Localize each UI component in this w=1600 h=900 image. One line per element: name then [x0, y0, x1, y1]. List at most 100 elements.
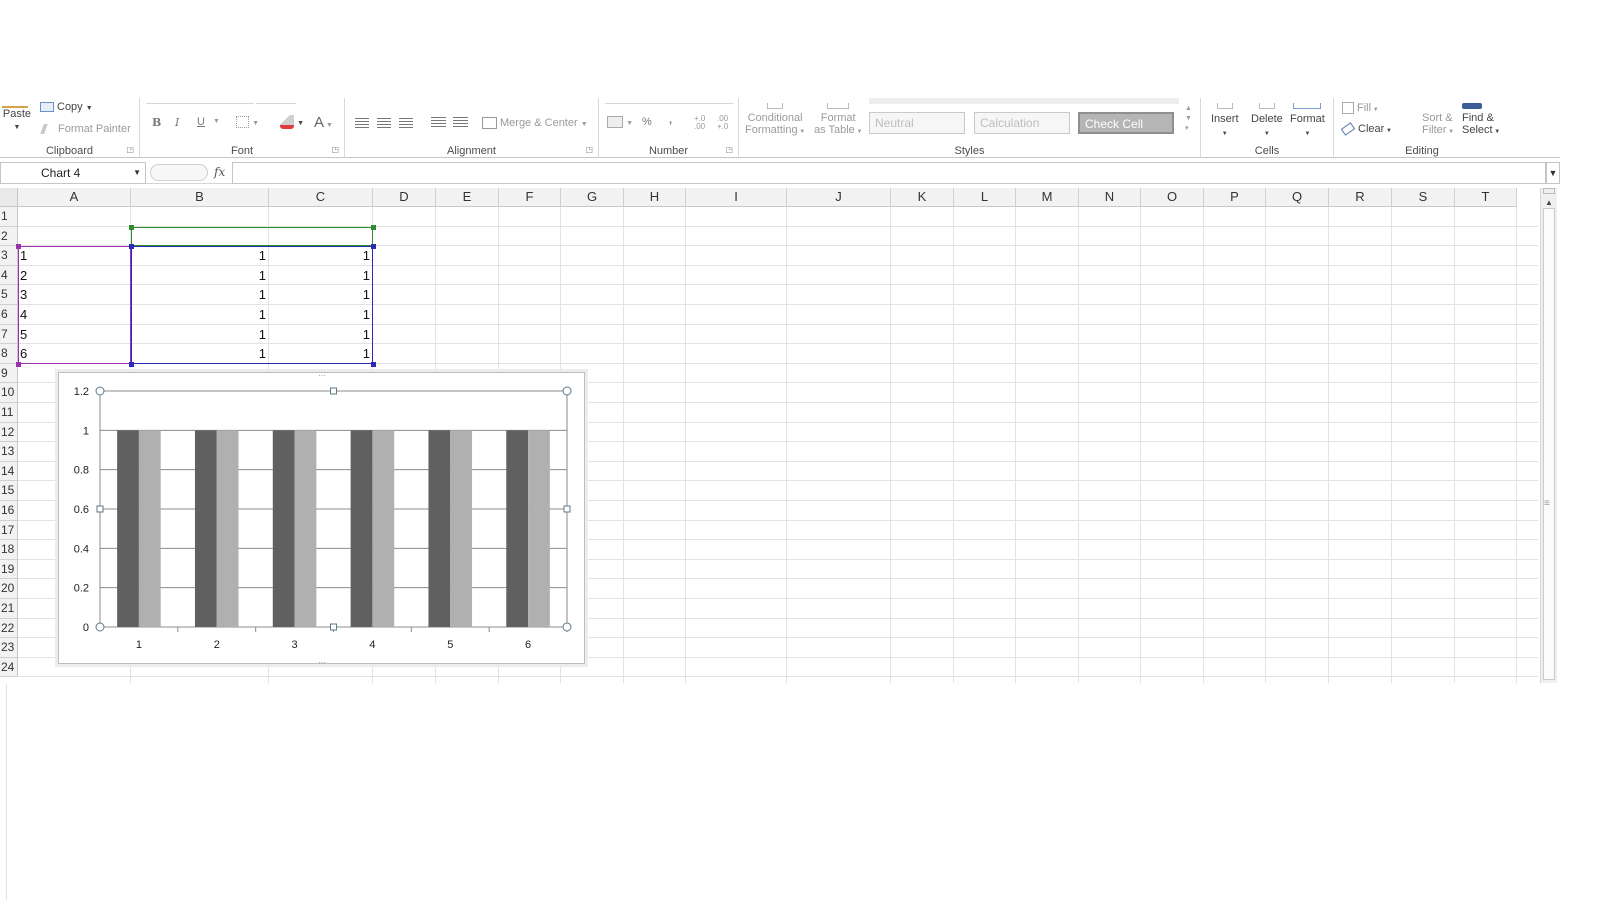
row-header[interactable]: 10: [0, 383, 18, 403]
increase-decimal-button[interactable]: +.0 .00: [694, 115, 708, 131]
bar[interactable]: [138, 430, 161, 627]
row-header[interactable]: 24: [0, 657, 18, 678]
resize-handle-side[interactable]: [563, 505, 571, 513]
bar[interactable]: [294, 430, 317, 627]
column-header[interactable]: G: [561, 188, 624, 207]
grid-cell[interactable]: 1: [269, 325, 373, 344]
bar[interactable]: [372, 430, 395, 627]
grid-cell[interactable]: 3: [18, 285, 131, 304]
column-header[interactable]: B: [131, 188, 269, 207]
grid-cell[interactable]: 1: [269, 305, 373, 324]
find-select-button[interactable]: Find & Select ▼: [1462, 100, 1500, 138]
styles-gallery-scroll[interactable]: ▲ ▼ ▾: [1185, 104, 1192, 134]
row-header[interactable]: 5: [0, 285, 18, 305]
style-check-cell[interactable]: Check Cell: [1078, 112, 1174, 134]
scroll-up-icon[interactable]: ▲: [1545, 198, 1553, 207]
range-handle[interactable]: [129, 244, 134, 250]
underline-dropdown[interactable]: ▼: [213, 118, 220, 125]
row-header[interactable]: 14: [0, 461, 18, 482]
column-header[interactable]: H: [624, 188, 686, 207]
grid-cell[interactable]: 1: [131, 344, 269, 363]
bar[interactable]: [117, 430, 139, 627]
range-handle[interactable]: [129, 224, 134, 230]
style-neutral[interactable]: Neutral: [869, 112, 965, 134]
bar[interactable]: [506, 430, 529, 627]
column-header[interactable]: F: [499, 188, 561, 207]
range-handle[interactable]: [129, 361, 134, 367]
format-as-table-button[interactable]: Format as Table ▼: [814, 100, 862, 138]
bar[interactable]: [450, 430, 473, 627]
grid-cell[interactable]: 1: [131, 246, 269, 265]
sort-filter-button[interactable]: Sort & Filter ▼: [1422, 100, 1454, 138]
bar[interactable]: [216, 430, 239, 627]
dialog-launcher-icon[interactable]: ◳: [585, 145, 593, 154]
chart-svg[interactable]: 0 0.2 0.4 0.6 0.8 1 1.2 1 2 3 4 5 6 ⋯ ⋯: [59, 373, 586, 665]
increase-indent-button[interactable]: [453, 117, 468, 130]
row-header[interactable]: 22: [0, 618, 18, 639]
bar[interactable]: [528, 430, 550, 627]
bar[interactable]: [428, 430, 451, 627]
column-header[interactable]: S: [1392, 188, 1455, 207]
fill-color-button[interactable]: ▼: [280, 115, 304, 129]
column-header[interactable]: O: [1141, 188, 1204, 207]
grid-cell[interactable]: 1: [269, 344, 373, 363]
font-size-combo[interactable]: [256, 98, 296, 104]
font-color-button[interactable]: A ▼: [314, 114, 333, 131]
bold-button[interactable]: B: [152, 116, 161, 129]
underline-button[interactable]: U: [197, 116, 205, 128]
bar[interactable]: [350, 430, 373, 627]
column-header[interactable]: P: [1204, 188, 1266, 207]
row-header[interactable]: 18: [0, 540, 18, 560]
conditional-formatting-button[interactable]: Conditional Formatting ▼: [745, 100, 805, 138]
dialog-launcher-icon[interactable]: ◳: [725, 145, 733, 154]
paste-button[interactable]: Paste ▼: [2, 100, 32, 132]
decrease-decimal-button[interactable]: .00 +.0: [717, 115, 731, 131]
column-header[interactable]: E: [436, 188, 499, 207]
range-handle[interactable]: [371, 224, 376, 230]
bar[interactable]: [194, 430, 217, 627]
resize-handle-corner[interactable]: [562, 386, 572, 396]
format-painter-button[interactable]: Format Painter: [40, 123, 131, 135]
row-header[interactable]: 6: [0, 305, 18, 325]
insert-function-icon[interactable]: fx: [214, 165, 225, 179]
decrease-indent-button[interactable]: [431, 117, 446, 130]
row-header[interactable]: 13: [0, 442, 18, 462]
expand-formula-bar-icon[interactable]: ▼: [1546, 162, 1560, 184]
grid-cell[interactable]: 4: [18, 305, 131, 324]
column-header[interactable]: I: [686, 188, 787, 207]
formula-input[interactable]: [232, 162, 1546, 184]
row-header[interactable]: 11: [0, 403, 18, 423]
insert-button[interactable]: Insert ▼: [1211, 100, 1239, 141]
column-header[interactable]: C: [269, 188, 373, 207]
range-handle[interactable]: [16, 244, 21, 250]
row-header[interactable]: 20: [0, 579, 18, 599]
chart-object[interactable]: 0 0.2 0.4 0.6 0.8 1 1.2 1 2 3 4 5 6 ⋯ ⋯: [58, 372, 586, 665]
frame-grip-bottom[interactable]: ⋯: [318, 658, 326, 665]
style-calculation[interactable]: Calculation: [974, 112, 1070, 134]
bar[interactable]: [272, 430, 295, 627]
vertical-scrollbar[interactable]: ▲ ≡: [1540, 188, 1557, 683]
row-header[interactable]: 12: [0, 422, 18, 443]
resize-handle-side[interactable]: [330, 387, 337, 395]
range-handle[interactable]: [371, 244, 376, 250]
grid-cell[interactable]: 1: [269, 285, 373, 304]
number-format-combo[interactable]: [605, 98, 733, 104]
font-name-combo[interactable]: [146, 98, 254, 104]
resize-handle-corner[interactable]: [95, 386, 105, 396]
align-center-button[interactable]: [377, 117, 391, 129]
grid-cell[interactable]: 1: [18, 246, 131, 265]
fill-button[interactable]: Fill ▼: [1342, 102, 1379, 115]
row-header[interactable]: 7: [0, 324, 18, 345]
merge-center-button[interactable]: Merge & Center ▼: [482, 117, 588, 130]
italic-button[interactable]: I: [175, 116, 179, 129]
frame-grip-top[interactable]: ⋯: [318, 373, 326, 380]
copy-button[interactable]: Copy ▼: [40, 101, 93, 113]
column-header[interactable]: J: [787, 188, 891, 207]
grid-cell[interactable]: 1: [131, 266, 269, 285]
column-header[interactable]: T: [1455, 188, 1517, 207]
currency-button[interactable]: ▼: [607, 116, 633, 129]
resize-handle-side[interactable]: [330, 623, 337, 631]
resize-handle-corner[interactable]: [95, 622, 105, 632]
column-header[interactable]: L: [954, 188, 1016, 207]
dialog-launcher-icon[interactable]: ◳: [331, 145, 339, 154]
